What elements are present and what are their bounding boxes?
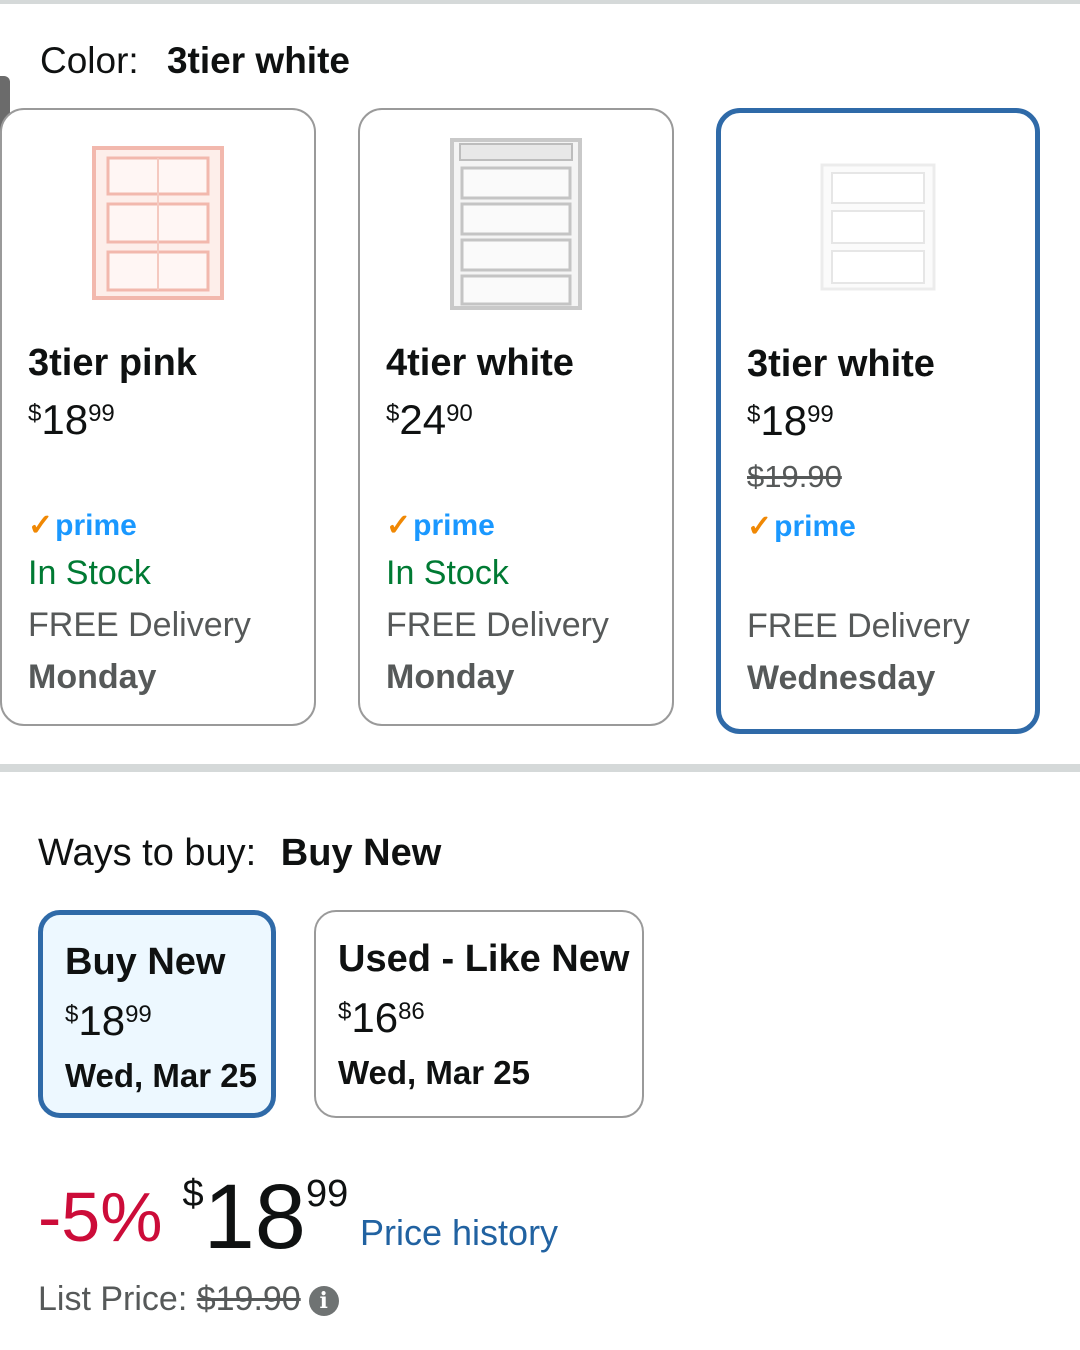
prime-check-icon: ✓	[386, 509, 412, 542]
list-price-row: List Price: $19.90 i	[38, 1280, 339, 1319]
delivery-text: FREE Delivery	[747, 607, 970, 645]
color-selector-header: Color: 3tier white	[40, 40, 350, 82]
ways-to-buy-selected: Buy New	[280, 832, 442, 874]
price-currency: $	[747, 401, 761, 428]
price-whole: 18	[203, 1166, 306, 1268]
price-whole: 18	[41, 396, 89, 443]
section-divider	[0, 764, 1080, 772]
list-price-value: $19.90	[196, 1280, 301, 1318]
price-whole: 18	[760, 397, 808, 444]
prime-badge: ✓prime	[28, 508, 137, 543]
prime-badge: ✓prime	[386, 508, 495, 543]
current-price: -5% $1899	[38, 1165, 348, 1270]
top-divider	[0, 0, 1080, 4]
price-fraction: 99	[807, 401, 834, 428]
color-option-3tier-pink[interactable]: 3tier pink $1899 ✓prime In Stock FREE De…	[0, 108, 316, 726]
option-list-price: $19.90	[747, 459, 842, 494]
option-price: $2490	[386, 396, 473, 444]
price-history-link[interactable]: Price history	[360, 1212, 558, 1254]
option-name: 4tier white	[386, 342, 574, 384]
delivery-text: FREE Delivery	[386, 606, 609, 644]
ways-to-buy-header: Ways to buy: Buy New	[38, 832, 441, 875]
buy-option-price: $1686	[338, 994, 425, 1042]
product-thumbnail-3tier-pink	[92, 146, 224, 300]
option-price: $1899	[747, 397, 834, 445]
color-label: Color:	[40, 40, 139, 81]
prime-label: prime	[55, 509, 137, 542]
price-fraction: 99	[125, 1001, 152, 1028]
list-price-label: List Price:	[38, 1280, 188, 1318]
buy-option-date: Wed, Mar 25	[65, 1057, 257, 1094]
prime-label: prime	[413, 509, 495, 542]
color-option-3tier-white[interactable]: 3tier white $1899 $19.90 ✓prime FREE Del…	[716, 108, 1040, 734]
delivery-day: Monday	[386, 658, 515, 696]
price-currency: $	[182, 1173, 204, 1215]
buy-option-name: Buy New	[65, 941, 226, 983]
price-fraction: 99	[305, 1173, 349, 1215]
price-currency: $	[65, 1001, 79, 1028]
option-price: $1899	[28, 396, 115, 444]
prime-check-icon: ✓	[747, 510, 773, 543]
price-fraction: 86	[398, 998, 425, 1025]
delivery-text: FREE Delivery	[28, 606, 251, 644]
product-thumbnail-4tier-white	[450, 138, 582, 310]
selected-color-value: 3tier white	[166, 40, 350, 81]
buy-option-date: Wed, Mar 25	[338, 1054, 530, 1091]
buy-option-price: $1899	[65, 997, 152, 1045]
buy-option-new[interactable]: Buy New $1899 Wed, Mar 25	[38, 910, 276, 1118]
delivery-day: Monday	[28, 658, 157, 696]
color-option-4tier-white[interactable]: 4tier white $2490 ✓prime In Stock FREE D…	[358, 108, 674, 726]
prime-label: prime	[774, 510, 856, 543]
buy-option-used-like-new[interactable]: Used - Like New $1686 Wed, Mar 25	[314, 910, 644, 1118]
delivery-day: Wednesday	[747, 659, 936, 697]
option-name: 3tier white	[747, 343, 935, 385]
buy-option-name: Used - Like New	[338, 938, 630, 980]
price-whole: 18	[78, 997, 126, 1044]
price-currency: $	[338, 998, 352, 1025]
price-currency: $	[386, 400, 400, 427]
price-fraction: 90	[446, 400, 473, 427]
info-icon[interactable]: i	[308, 1286, 339, 1317]
stock-status: In Stock	[386, 554, 509, 592]
stock-status: In Stock	[28, 554, 151, 592]
prime-check-icon: ✓	[28, 509, 54, 542]
prime-badge: ✓prime	[747, 509, 856, 544]
price-whole: 24	[399, 396, 447, 443]
ways-to-buy-label: Ways to buy:	[38, 832, 257, 874]
discount-percent: -5%	[38, 1178, 163, 1256]
option-name: 3tier pink	[28, 342, 197, 384]
price-currency: $	[28, 400, 42, 427]
product-thumbnail-3tier-white	[820, 163, 936, 291]
price-fraction: 99	[88, 400, 115, 427]
price-whole: 16	[351, 994, 399, 1041]
